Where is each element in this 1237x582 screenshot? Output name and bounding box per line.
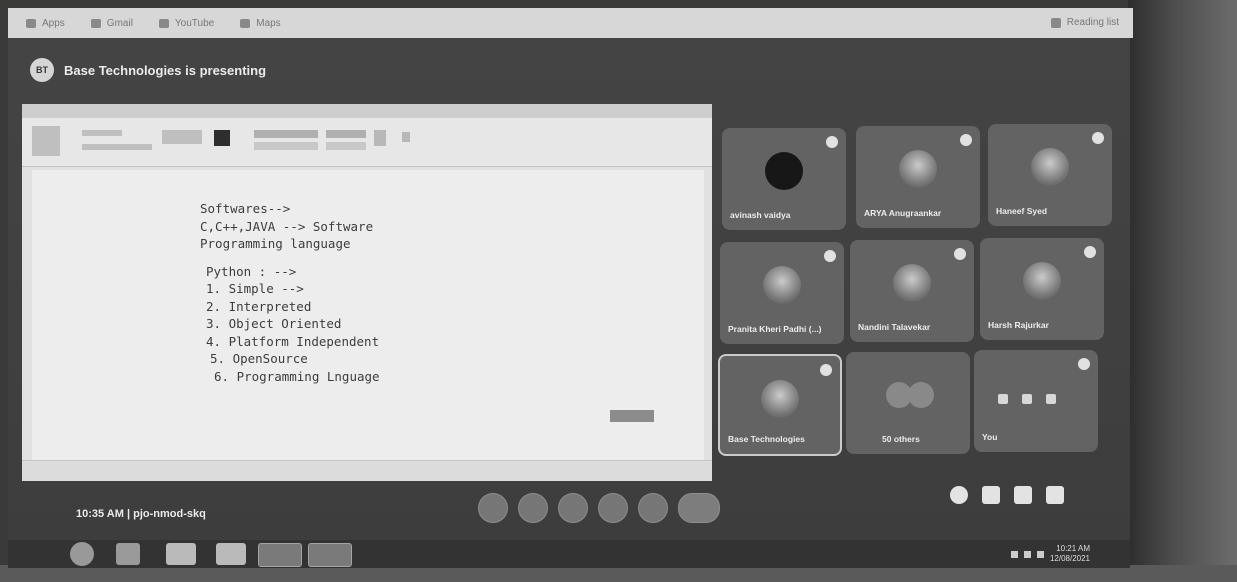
code-document[interactable]: Softwares--> C,C++,JAVA --> Software Progr… <box>32 170 704 460</box>
clock[interactable]: 10:21 AM 12/08/2021 <box>1050 544 1090 564</box>
presenter-avatar: BT <box>30 58 54 82</box>
editor-title-bar <box>22 104 712 118</box>
system-tray: 10:21 AM 12/08/2021 <box>1010 544 1090 564</box>
mic-off-icon <box>1092 132 1104 144</box>
mic-off-icon <box>1084 246 1096 258</box>
media-icon[interactable] <box>216 543 246 565</box>
self-tile-actions <box>998 394 1056 404</box>
presenting-banner: BT Base Technologies is presenting <box>30 58 266 82</box>
mic-off-icon <box>826 136 838 148</box>
meeting-details[interactable]: 10:35 AM | pjo-nmod-skq <box>76 508 206 520</box>
present-indicator-icon <box>820 364 832 376</box>
taskbar: 10:21 AM 12/08/2021 <box>8 540 1130 568</box>
tray-flag-icon[interactable] <box>1010 550 1018 558</box>
bookmarks-bar: Apps Gmail YouTube Maps Reading list <box>8 8 1133 38</box>
pin-icon[interactable] <box>998 394 1008 404</box>
meet-window: BT Base Technologies is presenting Softw… <box>8 38 1130 540</box>
presenting-text: Base Technologies is presenting <box>64 62 267 78</box>
avatar <box>893 264 931 302</box>
mic-off-icon <box>954 248 966 260</box>
maps-icon <box>240 18 251 28</box>
avatar <box>1023 262 1061 300</box>
avatar <box>1031 148 1069 186</box>
participant-tile[interactable]: Haneef Syed <box>988 124 1112 226</box>
call-controls <box>478 493 720 523</box>
expand-icon[interactable] <box>1046 394 1056 404</box>
gmail-icon <box>90 18 101 28</box>
avatar <box>765 152 803 190</box>
notepad-icon[interactable] <box>308 543 352 567</box>
mic-off-icon <box>1078 358 1090 370</box>
frame-icon[interactable] <box>1022 394 1032 404</box>
ie-icon[interactable] <box>116 543 140 565</box>
captions-icon[interactable] <box>558 493 588 523</box>
self-tile[interactable]: You <box>974 350 1098 452</box>
more-options-icon[interactable] <box>638 493 668 523</box>
participant-tile[interactable]: avinash vaidya <box>722 128 846 230</box>
bookmark-gmail[interactable]: Gmail <box>90 18 133 29</box>
end-call-icon[interactable] <box>678 493 720 523</box>
present-icon[interactable] <box>598 493 628 523</box>
participant-tile[interactable]: ARYA Anugraankar <box>856 126 980 228</box>
bookmark-maps[interactable]: Maps <box>240 18 281 29</box>
avatar <box>899 150 937 188</box>
volume-icon[interactable] <box>1036 550 1044 558</box>
mic-off-icon <box>960 134 972 146</box>
document-text: Softwares--> C,C++,JAVA --> Software Progr… <box>200 201 380 384</box>
youtube-icon <box>158 18 169 28</box>
others-tile[interactable]: 50 others <box>846 352 970 454</box>
network-icon[interactable] <box>1023 550 1031 558</box>
reading-list-button[interactable]: Reading list <box>1050 17 1119 28</box>
mic-icon[interactable] <box>478 493 508 523</box>
avatar <box>761 380 799 418</box>
avatar <box>763 266 801 304</box>
editor-status-bar <box>22 460 712 481</box>
bookmark-apps[interactable]: Apps <box>26 18 65 29</box>
reading-list-icon <box>1050 17 1061 28</box>
camera-icon[interactable] <box>518 493 548 523</box>
avatar <box>908 382 934 408</box>
start-icon[interactable] <box>70 542 94 566</box>
chrome-icon[interactable] <box>258 543 302 567</box>
participant-tile[interactable]: Pranita Kheri Padhi (...) <box>720 242 844 344</box>
bookmark-youtube[interactable]: YouTube <box>158 18 214 29</box>
background-wall <box>1128 0 1237 582</box>
chat-icon[interactable] <box>1014 486 1032 504</box>
people-icon[interactable] <box>982 486 1000 504</box>
explorer-icon[interactable] <box>166 543 196 565</box>
side-controls <box>950 486 1064 504</box>
shared-screen: Softwares--> C,C++,JAVA --> Software Progr… <box>22 104 712 481</box>
info-icon[interactable] <box>950 486 968 504</box>
activities-icon[interactable] <box>1046 486 1064 504</box>
update-button[interactable] <box>610 410 654 422</box>
apps-grid-icon <box>26 18 36 28</box>
participant-tile[interactable]: Harsh Rajurkar <box>980 238 1104 340</box>
mic-off-icon <box>824 250 836 262</box>
participant-tile-presenter[interactable]: Base Technologies <box>718 354 842 456</box>
participant-tile[interactable]: Nandini Talavekar <box>850 240 974 342</box>
editor-ribbon <box>22 118 712 167</box>
